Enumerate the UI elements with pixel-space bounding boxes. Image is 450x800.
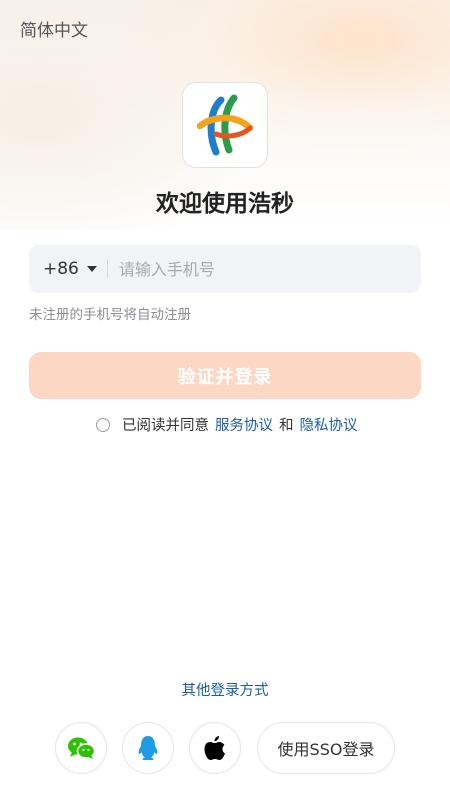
sso-login-button[interactable]: 使用SSO登录 <box>257 722 395 774</box>
country-code-label: +86 <box>43 259 79 279</box>
apple-login-button[interactable] <box>189 722 241 774</box>
agreement-checkbox[interactable] <box>96 417 110 432</box>
wechat-icon <box>68 737 95 759</box>
auto-register-hint: 未注册的手机号将自动注册 <box>29 307 191 323</box>
agreement-row: 已阅读并同意 服务协议 和 隐私协议 <box>96 414 358 435</box>
chevron-down-icon <box>86 266 97 272</box>
agreement-prefix: 已阅读并同意 <box>122 418 209 434</box>
verify-login-button[interactable]: 验证并登录 <box>29 352 421 399</box>
privacy-agreement-link[interactable]: 隐私协议 <box>300 414 358 435</box>
other-login-methods-label[interactable]: 其他登录方式 <box>0 679 450 700</box>
qq-login-button[interactable] <box>122 722 174 774</box>
apple-icon <box>204 736 225 760</box>
country-code-selector[interactable]: +86 <box>29 245 107 293</box>
phone-number-input[interactable] <box>107 244 421 294</box>
welcome-title: 欢迎使用浩秒 <box>156 191 294 217</box>
phone-input-row: +86 <box>29 244 421 294</box>
app-logo <box>182 82 268 168</box>
agreement-and: 和 <box>279 418 294 434</box>
service-agreement-link[interactable]: 服务协议 <box>215 414 273 435</box>
language-switcher[interactable]: 简体中文 <box>20 16 88 41</box>
wechat-login-button[interactable] <box>55 722 107 774</box>
qq-icon <box>138 736 158 760</box>
app-logo-icon <box>196 94 254 156</box>
